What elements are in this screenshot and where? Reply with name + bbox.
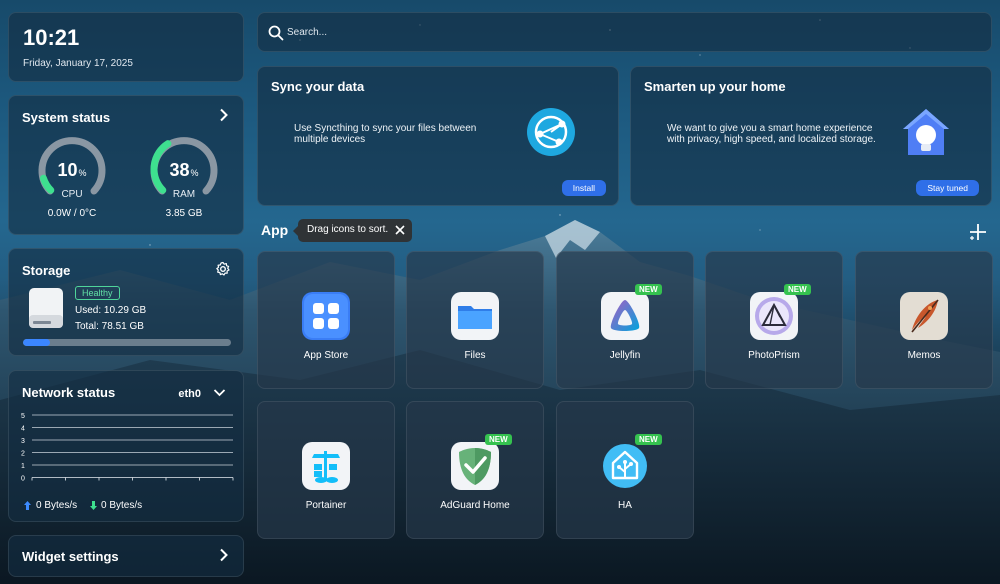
gear-icon[interactable] bbox=[215, 261, 231, 277]
storage-used: Used: 10.29 GB bbox=[75, 305, 147, 316]
storage-usage-bar bbox=[23, 339, 231, 346]
folder-icon bbox=[451, 292, 499, 340]
network-y-tick: 0 bbox=[21, 476, 25, 482]
new-badge: NEW bbox=[635, 434, 662, 445]
ram-value: 38% bbox=[169, 160, 199, 180]
widget-settings-label: Widget settings bbox=[22, 549, 119, 564]
adguard-shield-icon bbox=[451, 442, 499, 490]
promo-home-card: Smarten up your home We want to give you… bbox=[630, 66, 992, 206]
cpu-value: 10% bbox=[57, 160, 87, 180]
stay-tuned-button[interactable]: Stay tuned bbox=[916, 180, 979, 196]
syncthing-icon bbox=[527, 108, 575, 156]
network-y-tick: 2 bbox=[21, 451, 25, 458]
smart-home-bulb-icon bbox=[903, 109, 949, 155]
network-chart: 5 4 3 2 1 0 bbox=[21, 413, 234, 482]
app-name: HA bbox=[618, 500, 632, 511]
memos-quill-icon bbox=[900, 292, 948, 340]
portainer-icon bbox=[302, 442, 350, 490]
jellyfin-icon bbox=[601, 292, 649, 340]
sort-tooltip-text: Drag icons to sort. bbox=[307, 224, 389, 235]
storage-title: Storage bbox=[22, 263, 71, 278]
app-name: Jellyfin bbox=[609, 350, 641, 361]
app-tile-portainer[interactable]: Portainer bbox=[257, 401, 395, 539]
system-status-widget: System status 10% CPU 0.0W / 0°C 38% RAM… bbox=[8, 95, 244, 235]
network-status-title: Network status bbox=[22, 385, 116, 400]
network-status-widget: Network status eth0 5 4 3 2 1 0 0 Bytes/s 0 B… bbox=[8, 370, 244, 522]
clock-date: Friday, January 17, 2025 bbox=[23, 58, 133, 69]
search-icon bbox=[268, 25, 284, 41]
app-tile-memos[interactable]: Memos bbox=[855, 251, 993, 389]
promo-sync-description: Use Syncthing to sync your files between… bbox=[294, 123, 477, 145]
chevron-right-icon bbox=[220, 548, 228, 562]
chevron-right-icon[interactable] bbox=[217, 108, 231, 122]
cpu-label: CPU bbox=[61, 189, 83, 200]
search-input[interactable]: Search... bbox=[257, 12, 992, 52]
search-placeholder: Search... bbox=[287, 27, 328, 38]
network-y-tick: 5 bbox=[21, 413, 25, 420]
app-name: PhotoPrism bbox=[748, 350, 800, 361]
promo-sync-card: Sync your data Use Syncthing to sync you… bbox=[257, 66, 619, 206]
app-store-icon bbox=[302, 292, 350, 340]
app-tile-jellyfin[interactable]: NEW Jellyfin bbox=[556, 251, 694, 389]
upload-rate: 0 Bytes/s bbox=[36, 500, 78, 511]
new-badge: NEW bbox=[784, 284, 811, 295]
new-badge: NEW bbox=[485, 434, 512, 445]
app-tile-files[interactable]: Files bbox=[406, 251, 544, 389]
ram-label: RAM bbox=[172, 189, 196, 200]
network-y-tick: 1 bbox=[21, 463, 25, 470]
promo-sync-title: Sync your data bbox=[271, 79, 365, 94]
storage-usage-fill bbox=[23, 339, 51, 346]
chevron-down-icon[interactable] bbox=[213, 386, 226, 399]
system-status-title: System status bbox=[22, 110, 111, 125]
hard-drive-icon bbox=[29, 288, 63, 328]
promo-home-description: We want to give you a smart home experie… bbox=[667, 123, 876, 145]
network-y-tick: 4 bbox=[21, 426, 25, 433]
promo-home-title: Smarten up your home bbox=[644, 79, 786, 94]
install-button[interactable]: Install bbox=[561, 180, 606, 196]
clock-time: 10:21 bbox=[23, 25, 80, 50]
home-assistant-icon bbox=[601, 442, 649, 490]
cpu-power-temp: 0.0W / 0°C bbox=[47, 208, 97, 219]
download-arrow-icon bbox=[90, 501, 97, 510]
download-rate: 0 Bytes/s bbox=[101, 500, 143, 511]
app-name: Memos bbox=[907, 350, 941, 361]
sort-tooltip: Drag icons to sort. bbox=[293, 219, 412, 242]
app-name: App Store bbox=[303, 350, 349, 361]
upload-arrow-icon bbox=[24, 501, 31, 510]
photoprism-icon bbox=[750, 292, 798, 340]
add-app-sparkle-icon[interactable] bbox=[968, 223, 986, 241]
app-tile-photoprism[interactable]: NEW PhotoPrism bbox=[705, 251, 843, 389]
app-tile-adguard-home[interactable]: NEW AdGuard Home bbox=[406, 401, 544, 539]
widget-settings-button[interactable]: Widget settings bbox=[8, 535, 244, 577]
clock-widget: 10:21 Friday, January 17, 2025 bbox=[8, 12, 244, 82]
app-name: AdGuard Home bbox=[440, 500, 510, 511]
app-tile-ha[interactable]: NEW HA bbox=[556, 401, 694, 539]
storage-widget: Storage Healthy Used: 10.29 GB Total: 78… bbox=[8, 248, 244, 356]
interface-select[interactable]: eth0 bbox=[178, 388, 201, 400]
app-section-title: App bbox=[261, 222, 289, 238]
health-badge: Healthy bbox=[75, 286, 120, 300]
ram-used: 3.85 GB bbox=[165, 208, 203, 219]
app-name: Portainer bbox=[305, 500, 347, 511]
app-name: Files bbox=[464, 350, 486, 361]
network-y-tick: 3 bbox=[21, 438, 25, 445]
new-badge: NEW bbox=[635, 284, 662, 295]
app-tile-app-store[interactable]: App Store bbox=[257, 251, 395, 389]
storage-total: Total: 78.51 GB bbox=[75, 321, 144, 332]
close-icon[interactable] bbox=[395, 225, 405, 235]
